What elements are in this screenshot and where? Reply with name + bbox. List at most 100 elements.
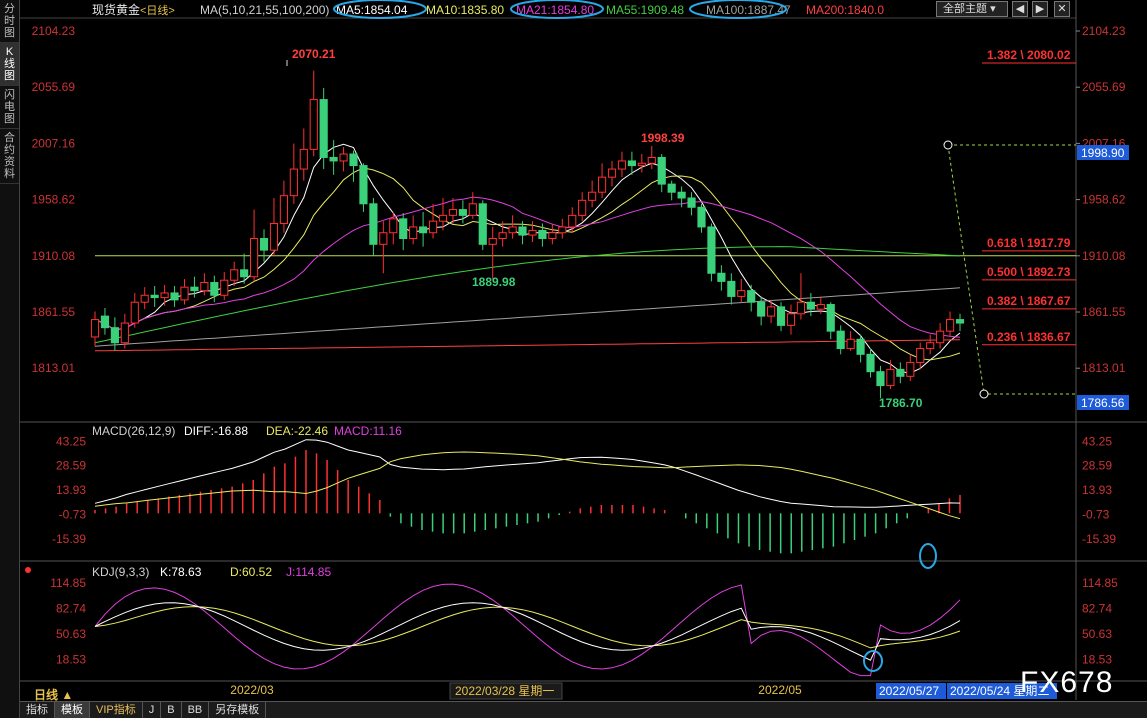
- candle-body: [647, 156, 656, 164]
- candle-body: [776, 306, 786, 326]
- fib-label-0: 1.382 \ 2080.02: [987, 48, 1071, 62]
- macd-legend-1: DIFF:-16.88: [184, 424, 248, 438]
- macd-ytick-3: -0.73: [1082, 508, 1110, 522]
- candle-body: [548, 232, 557, 240]
- candle-body: [677, 191, 686, 199]
- legend-ma-4: MA55:1909.48: [606, 3, 684, 17]
- candle-body: [130, 301, 139, 324]
- candle-body: [737, 290, 746, 297]
- main-ytick-4: 1910.08: [1082, 249, 1126, 263]
- prev-button[interactable]: ◀: [1012, 1, 1028, 17]
- ma-line-ma200: [94, 339, 961, 352]
- candle-body: [419, 226, 428, 234]
- bottom-tab-6[interactable]: 另存模板: [209, 701, 267, 718]
- watermark: FX678: [1020, 666, 1114, 699]
- legend-ma-0: MA(5,10,21,55,100,200): [200, 3, 329, 17]
- next-button[interactable]: ▶: [1032, 1, 1048, 17]
- macd-ytick-0: 43.25: [1082, 434, 1112, 448]
- candle-body: [329, 156, 338, 162]
- bottom-tab-0[interactable]: 指标: [20, 701, 55, 718]
- candle-body: [597, 176, 607, 193]
- main-ytick-left-0: 2104.23: [32, 24, 76, 38]
- candle-body: [279, 195, 288, 224]
- main-ytick-3: 1958.62: [1082, 193, 1126, 207]
- candle-body: [826, 304, 835, 332]
- main-ytick-left-4: 1910.08: [32, 249, 76, 263]
- kdj-legend-0: KDJ(9,3,3): [92, 565, 149, 579]
- candle-body: [926, 342, 935, 350]
- candle-body: [568, 214, 577, 228]
- candle-body: [190, 286, 199, 292]
- candle-body: [757, 301, 766, 317]
- candle-body: [876, 371, 885, 387]
- macd-highlight: [919, 543, 937, 569]
- main-ytick-left-5: 1861.55: [32, 305, 76, 319]
- cursor-date-0: 2022/05/27: [879, 684, 939, 698]
- candle-body: [488, 238, 497, 245]
- candle-body: [319, 99, 328, 158]
- main-ytick-left-1: 2055.69: [32, 80, 76, 94]
- candle-body: [906, 361, 915, 377]
- theme-select[interactable]: 全部主题 ▾: [936, 1, 1008, 17]
- main-ytick-6: 1813.01: [1082, 361, 1126, 375]
- candle-body: [816, 304, 825, 310]
- candle-body: [240, 269, 249, 278]
- kdj-dot: [25, 567, 31, 573]
- candle-body: [120, 322, 129, 344]
- candle-body: [110, 327, 119, 344]
- candle-body: [448, 209, 458, 216]
- macd-ytick-left-4: -15.39: [52, 532, 86, 546]
- legend-ma-2: MA10:1835.80: [426, 3, 504, 17]
- macd-legend-3: MACD:11.16: [334, 424, 402, 438]
- close-button[interactable]: ✕: [1054, 1, 1070, 17]
- candle-body: [508, 226, 517, 234]
- kdj-legend-1: K:78.63: [160, 565, 202, 579]
- kdj-ytick-left-0: 114.85: [50, 576, 86, 590]
- macd-ytick-left-0: 43.25: [56, 434, 86, 448]
- macd-ytick-4: -15.39: [1082, 532, 1116, 546]
- kdj-ytick-left-1: 82.74: [56, 601, 86, 615]
- candle-body: [220, 279, 229, 296]
- bottom-tab-1[interactable]: 模板: [55, 701, 90, 718]
- xaxis-label-1: 2022/03/28 星期一: [455, 684, 554, 698]
- candle-body: [299, 148, 308, 170]
- legend-period: <日线>: [140, 3, 175, 17]
- candle-body: [657, 156, 666, 185]
- fib-label-4: 0.236 \ 1836.67: [987, 330, 1071, 344]
- macd-diff-line: [94, 439, 961, 508]
- candle-body: [518, 226, 527, 236]
- candle-body: [578, 199, 587, 216]
- candle-body: [389, 218, 398, 234]
- macd-legend-2: DEA:-22.46: [266, 424, 328, 438]
- projection-handle-bottom: [979, 389, 989, 399]
- candle-body: [250, 238, 259, 278]
- candle-body: [90, 319, 100, 338]
- price-chart[interactable]: 2104.232104.232055.692055.692007.162007.…: [0, 0, 1147, 718]
- projection-handle-top: [943, 140, 953, 150]
- candle-body: [210, 282, 219, 296]
- kdj-j-line: [94, 583, 961, 677]
- bottom-tab-3[interactable]: J: [143, 701, 162, 718]
- candle-body: [150, 294, 159, 299]
- bottom-tab-2[interactable]: VIP指标: [90, 701, 143, 718]
- main-ytick-left-6: 1813.01: [32, 361, 76, 375]
- bottom-tab-4[interactable]: B: [161, 701, 182, 718]
- candle-body: [856, 338, 865, 355]
- main-ytick-1: 2055.69: [1082, 80, 1126, 94]
- candle-body: [786, 313, 796, 326]
- candle-body: [667, 183, 676, 193]
- candle-body: [349, 153, 358, 167]
- candle-body: [886, 368, 895, 387]
- candle-body: [955, 319, 965, 324]
- candle-body: [200, 282, 209, 292]
- candle-body: [369, 203, 378, 245]
- candle-body: [230, 269, 239, 281]
- candle-body: [687, 197, 696, 208]
- candle-body: [936, 330, 945, 344]
- candle-body: [289, 168, 298, 197]
- xaxis-label-2: 2022/05: [758, 683, 802, 697]
- candle-body: [945, 319, 955, 332]
- main-ytick-5: 1861.55: [1082, 305, 1126, 319]
- candle-body: [259, 238, 269, 251]
- bottom-tab-5[interactable]: BB: [182, 701, 210, 718]
